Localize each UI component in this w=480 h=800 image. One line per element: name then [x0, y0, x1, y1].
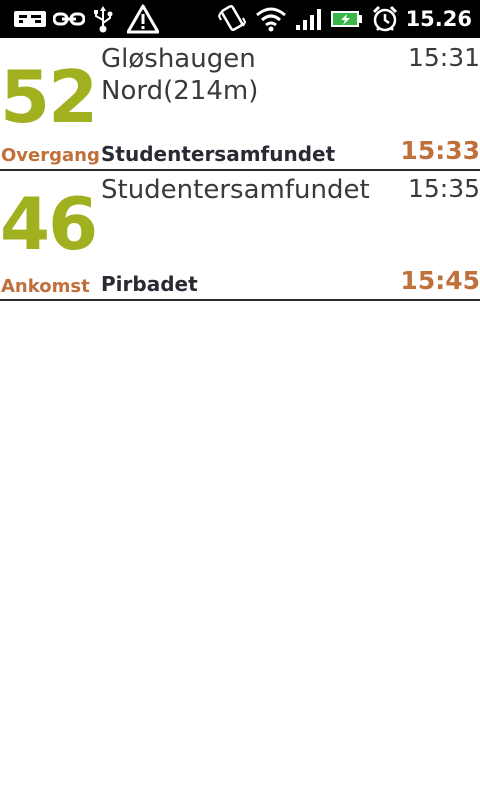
vibrate-icon [216, 0, 248, 38]
departure-time: 15:31 [407, 43, 480, 72]
route-number: 46 [0, 182, 98, 266]
clock: 15.26 [405, 7, 472, 31]
message-icon [12, 0, 48, 38]
warning-icon [126, 0, 160, 38]
status-bar: 15.26 [0, 0, 480, 38]
departure-time: 15:35 [407, 174, 480, 203]
signal-icon [294, 0, 324, 38]
link-icon [52, 0, 86, 38]
arrival-stop: Pirbadet [101, 272, 198, 296]
usb-icon [90, 0, 116, 38]
departure-stop: Studentersamfundet [101, 175, 370, 205]
alarm-icon [370, 0, 400, 38]
departure-stop: Gløshaugen Nord(214m) [101, 44, 259, 106]
trip-kind-label: Ankomst [1, 276, 90, 297]
route-number: 52 [0, 55, 98, 139]
battery-charging-icon [330, 0, 364, 38]
trip-kind-label: Overgang [1, 145, 100, 166]
wifi-icon [254, 0, 288, 38]
arrival-stop: Studentersamfundet [101, 142, 336, 166]
trip-row[interactable]: 52 Gløshaugen Nord(214m) 15:31 Overgang … [0, 38, 480, 171]
arrival-time: 15:45 [400, 266, 480, 295]
arrival-time: 15:33 [400, 136, 480, 165]
trip-row[interactable]: 46 Studentersamfundet 15:35 Ankomst Pirb… [0, 171, 480, 301]
